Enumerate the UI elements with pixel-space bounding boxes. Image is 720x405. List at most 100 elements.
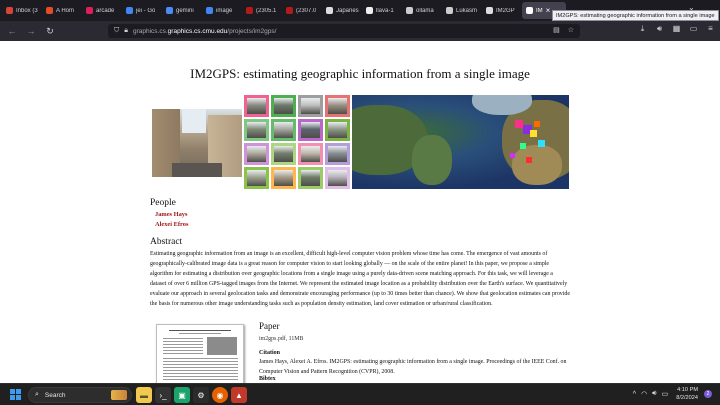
taskbar-search[interactable]: ⌕ Search: [28, 387, 132, 403]
notification-badge[interactable]: 2: [704, 390, 712, 398]
browser-tab[interactable]: image: [202, 2, 241, 19]
scene-match-thumbnail: [325, 143, 350, 165]
volume-icon[interactable]: 🔊︎: [652, 390, 656, 398]
browser-tab[interactable]: ollama: [402, 2, 441, 19]
tab-favicon-icon: [126, 7, 133, 14]
bookmark-star-icon[interactable]: ☆: [568, 27, 574, 34]
scene-match-thumbnail: [244, 95, 269, 117]
menu-icon[interactable]: ≡: [702, 24, 719, 34]
scene-match-thumbnail: [271, 143, 296, 165]
windows-taskbar: ⌕ Search ▬ ›_ ▣ ⚙ ◉ ▲ ^ ◠ 🔊︎ ▭ 4:10 PM 8…: [0, 383, 720, 405]
page-title: IM2GPS: estimating geographic informatio…: [190, 66, 530, 81]
reader-view-icon[interactable]: ▤: [553, 27, 560, 34]
wifi-icon[interactable]: ◠: [641, 390, 647, 398]
scene-match-thumbnail: [271, 95, 296, 117]
tab-label: ollama: [416, 7, 434, 14]
sound-icon[interactable]: 🔊︎: [651, 24, 668, 34]
back-icon[interactable]: ←: [5, 26, 19, 36]
author-link-james-hays[interactable]: James Hays: [155, 211, 187, 218]
pinned-app-icon[interactable]: ▲: [231, 387, 247, 403]
battery-icon[interactable]: ▭: [662, 390, 669, 398]
web-page: IM2GPS: estimating geographic informatio…: [0, 41, 720, 383]
scene-match-thumbnail: [298, 143, 323, 165]
browser-tab[interactable]: llava-1: [362, 2, 401, 19]
tab-label: arcade: [96, 7, 115, 14]
scene-match-thumbnail: [325, 95, 350, 117]
scene-match-thumbnail: [244, 167, 269, 189]
people-heading: People: [150, 198, 176, 208]
file-explorer-icon[interactable]: ▬: [136, 387, 152, 403]
tab-label: Inbox (3: [16, 7, 38, 14]
paper-thumbnail[interactable]: [156, 324, 244, 383]
browser-tab[interactable]: gemini: [162, 2, 201, 19]
tab-tooltip: IM2GPS: estimating geographic informatio…: [552, 10, 719, 21]
browser-tab[interactable]: (2305.1: [242, 2, 281, 19]
browser-tab[interactable]: Inbox (3: [2, 2, 41, 19]
tab-label: Japanes: [336, 7, 359, 14]
browser-tab[interactable]: Lukasm: [442, 2, 481, 19]
windows-start-icon[interactable]: [10, 389, 21, 400]
tab-favicon-icon: [486, 7, 493, 14]
tab-label: gemini: [176, 7, 194, 14]
extension-icon[interactable]: ▦: [668, 24, 685, 34]
paper-heading: Paper: [259, 321, 280, 331]
firefox-icon[interactable]: ◉: [212, 387, 228, 403]
tab-label: IM2GP: [496, 7, 515, 14]
tab-favicon-icon: [6, 7, 13, 14]
url-text: graphics.cs.graphics.cs.cmu.edu/projects…: [132, 27, 277, 35]
address-bar[interactable]: ⛉ 🔒︎ graphics.cs.graphics.cs.cmu.edu/pro…: [108, 24, 580, 38]
scene-match-thumbnail: [271, 119, 296, 141]
settings-icon[interactable]: ⚙: [193, 387, 209, 403]
downloads-icon[interactable]: ⤓: [634, 24, 651, 34]
scene-match-thumbnail: [298, 167, 323, 189]
tab-favicon-icon: [246, 7, 253, 14]
search-label: Search: [44, 391, 66, 399]
tab-favicon-icon: [526, 7, 533, 14]
author-link-alexei-efros[interactable]: Alexei Efros: [155, 221, 188, 228]
clock-time: 4:10 PM: [677, 387, 698, 393]
app-icon[interactable]: ▣: [174, 387, 190, 403]
share-icon[interactable]: ▭: [685, 24, 702, 34]
scene-matches-grid: [244, 95, 350, 189]
browser-tab[interactable]: arcade: [82, 2, 121, 19]
tab-label: (2305.1: [256, 7, 277, 14]
close-tab-icon[interactable]: ×: [546, 6, 551, 15]
scene-match-thumbnail: [325, 119, 350, 141]
terminal-icon[interactable]: ›_: [155, 387, 171, 403]
clock[interactable]: 4:10 PM 8/2/2024: [676, 386, 698, 402]
forward-icon[interactable]: →: [24, 26, 38, 36]
tab-label: IM: [536, 7, 543, 14]
tab-favicon-icon: [206, 7, 213, 14]
bibtex-heading: Bibtex: [259, 376, 276, 382]
tab-favicon-icon: [286, 7, 293, 14]
tab-favicon-icon: [406, 7, 413, 14]
citation-text: James Hays, Alexei A. Efros. IM2GPS: est…: [259, 359, 567, 375]
search-highlight-image: [111, 390, 127, 400]
browser-tab[interactable]: IM2GP: [482, 2, 521, 19]
tab-label: A Hom: [56, 7, 75, 14]
tab-label: jei - Go: [136, 7, 156, 14]
reload-icon[interactable]: ↻: [43, 26, 57, 37]
browser-tab[interactable]: A Hom: [42, 2, 81, 19]
tab-favicon-icon: [446, 7, 453, 14]
lock-icon[interactable]: 🔒︎: [124, 27, 128, 35]
tab-favicon-icon: [166, 7, 173, 14]
scene-match-thumbnail: [298, 119, 323, 141]
tab-label: Lukasm: [456, 7, 478, 14]
tab-favicon-icon: [326, 7, 333, 14]
scene-match-thumbnail: [325, 167, 350, 189]
scene-match-thumbnail: [244, 119, 269, 141]
search-icon: ⌕: [35, 391, 39, 398]
tab-favicon-icon: [366, 7, 373, 14]
browser-tab[interactable]: (2307.0: [282, 2, 321, 19]
chevron-up-icon[interactable]: ^: [633, 391, 636, 398]
shield-icon[interactable]: ⛉: [114, 27, 119, 35]
geolocation-map-image: [352, 95, 569, 189]
browser-tab[interactable]: jei - Go: [122, 2, 161, 19]
query-street-photo: [152, 109, 242, 177]
tab-label: image: [216, 7, 233, 14]
scene-match-thumbnail: [298, 95, 323, 117]
tab-favicon-icon: [46, 7, 53, 14]
paper-pdf-link[interactable]: im2gps.pdf, 11MB: [259, 336, 303, 342]
browser-tab[interactable]: Japanes: [322, 2, 361, 19]
